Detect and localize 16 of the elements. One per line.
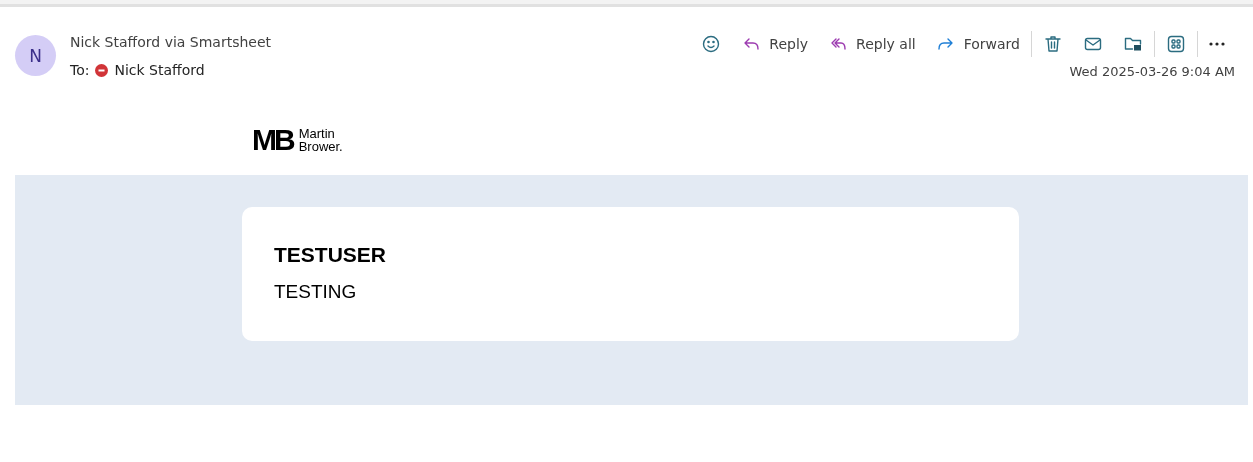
to-label: To:	[70, 62, 90, 78]
trash-icon	[1043, 34, 1063, 54]
sender-name: Nick Stafford via Smartsheet	[70, 34, 272, 50]
logo-mark: MB	[252, 125, 293, 155]
more-icon	[1209, 42, 1225, 46]
emoji-icon	[701, 34, 722, 54]
logo-text: Martin Brower.	[298, 127, 343, 153]
recipient-name[interactable]: Nick Stafford	[114, 62, 205, 78]
card-title: TESTUSER	[274, 243, 387, 267]
reply-button[interactable]: Reply	[731, 30, 819, 58]
date: Wed 2025-03-26 9:04 AM	[1069, 64, 1235, 79]
apps-icon	[1166, 34, 1186, 54]
reply-all-button[interactable]: Reply all	[818, 30, 926, 58]
avatar: N	[15, 35, 56, 76]
forward-button[interactable]: Forward	[925, 30, 1030, 58]
card-body: TESTING	[274, 281, 358, 303]
